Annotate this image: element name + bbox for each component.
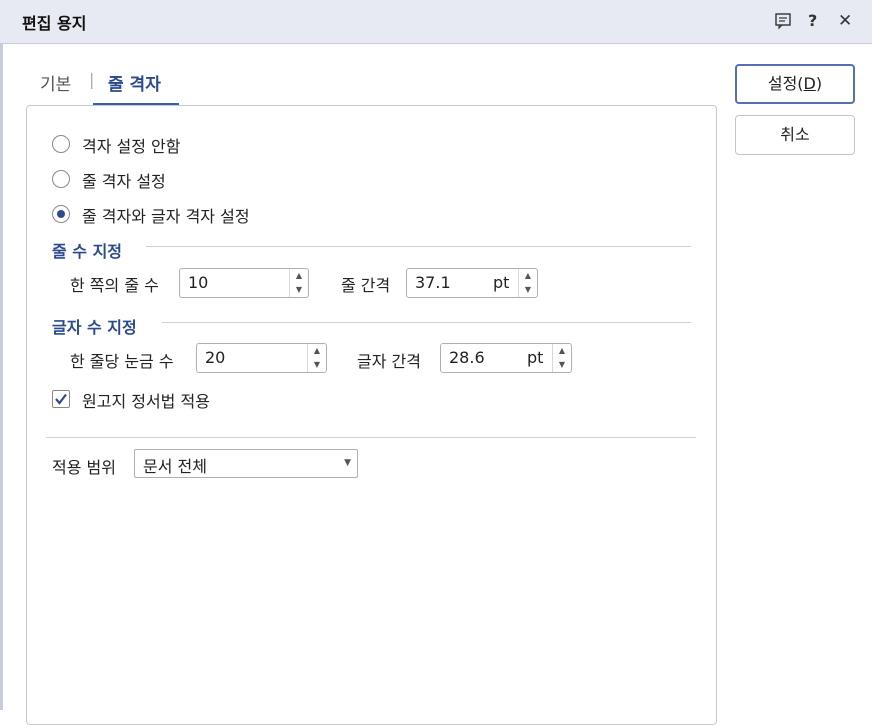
memo-icon[interactable] bbox=[774, 12, 792, 34]
manuscript-orthography-checkbox[interactable] bbox=[52, 390, 70, 408]
radio-label: 줄 격자 설정 bbox=[82, 172, 166, 191]
ok-button[interactable]: 설정(D) bbox=[735, 64, 855, 104]
tab-panel bbox=[26, 105, 717, 725]
decrement-icon[interactable]: ▼ bbox=[290, 283, 308, 297]
help-icon[interactable]: ? bbox=[808, 12, 817, 30]
increment-icon[interactable]: ▲ bbox=[290, 269, 308, 283]
section-divider bbox=[146, 246, 691, 247]
lines-per-page-label: 한 쪽의 줄 수 bbox=[70, 276, 159, 295]
apply-scope-select[interactable]: 문서 전체 ▼ bbox=[134, 449, 358, 478]
radio-button[interactable] bbox=[52, 135, 70, 153]
stepper-arrows: ▲ ▼ bbox=[289, 269, 308, 297]
increment-icon[interactable]: ▲ bbox=[519, 269, 537, 283]
line-spacing-label: 줄 간격 bbox=[341, 276, 391, 295]
ticks-per-line-label: 한 줄당 눈금 수 bbox=[70, 352, 174, 371]
title-bar: 편집 용지 ? ✕ bbox=[0, 0, 872, 44]
stepper-value: 20 bbox=[205, 348, 226, 367]
decrement-icon[interactable]: ▼ bbox=[553, 358, 571, 372]
line-spacing-stepper[interactable]: 37.1 pt ▲ ▼ bbox=[406, 268, 538, 298]
radio-label: 줄 격자와 글자 격자 설정 bbox=[82, 207, 250, 226]
radio-button-selected[interactable] bbox=[52, 205, 70, 223]
ok-button-suffix: ) bbox=[815, 74, 823, 93]
manuscript-orthography-label: 원고지 정서법 적용 bbox=[82, 392, 210, 411]
decrement-icon[interactable]: ▼ bbox=[519, 283, 537, 297]
apply-scope-label: 적용 범위 bbox=[52, 458, 116, 477]
section-divider bbox=[162, 322, 691, 323]
ticks-per-line-stepper[interactable]: 20 ▲ ▼ bbox=[196, 343, 327, 373]
checkmark-icon bbox=[55, 393, 67, 405]
tab-separator: | bbox=[89, 70, 95, 89]
section-title-line-count: 줄 수 지정 bbox=[52, 242, 123, 261]
stepper-value: 37.1 bbox=[415, 273, 451, 292]
stepper-arrows: ▲ ▼ bbox=[552, 344, 571, 372]
divider bbox=[46, 437, 696, 438]
tab-line-grid[interactable]: 줄 격자 bbox=[108, 70, 161, 95]
increment-icon[interactable]: ▲ bbox=[308, 344, 326, 358]
select-value: 문서 전체 bbox=[143, 457, 207, 476]
ok-button-label: 설정( bbox=[767, 74, 804, 93]
char-spacing-stepper[interactable]: 28.6 pt ▲ ▼ bbox=[440, 343, 572, 373]
decrement-icon[interactable]: ▼ bbox=[308, 358, 326, 372]
stepper-unit: pt bbox=[493, 273, 510, 292]
char-spacing-label: 글자 간격 bbox=[357, 352, 421, 371]
radio-label: 격자 설정 안함 bbox=[82, 137, 181, 156]
stepper-arrows: ▲ ▼ bbox=[307, 344, 326, 372]
window-edge bbox=[0, 44, 3, 710]
close-icon[interactable]: ✕ bbox=[838, 12, 852, 30]
section-title-char-count: 글자 수 지정 bbox=[52, 318, 137, 337]
lines-per-page-stepper[interactable]: 10 ▲ ▼ bbox=[179, 268, 309, 298]
dialog-title: 편집 용지 bbox=[22, 14, 87, 33]
stepper-value: 10 bbox=[188, 273, 209, 292]
tab-basic[interactable]: 기본 bbox=[40, 70, 71, 95]
stepper-value: 28.6 bbox=[449, 348, 485, 367]
stepper-arrows: ▲ ▼ bbox=[518, 269, 537, 297]
cancel-button[interactable]: 취소 bbox=[735, 115, 855, 155]
chevron-down-icon: ▼ bbox=[344, 458, 351, 468]
increment-icon[interactable]: ▲ bbox=[553, 344, 571, 358]
ok-button-mnemonic: D bbox=[803, 74, 816, 93]
radio-button[interactable] bbox=[52, 170, 70, 188]
stepper-unit: pt bbox=[527, 348, 544, 367]
